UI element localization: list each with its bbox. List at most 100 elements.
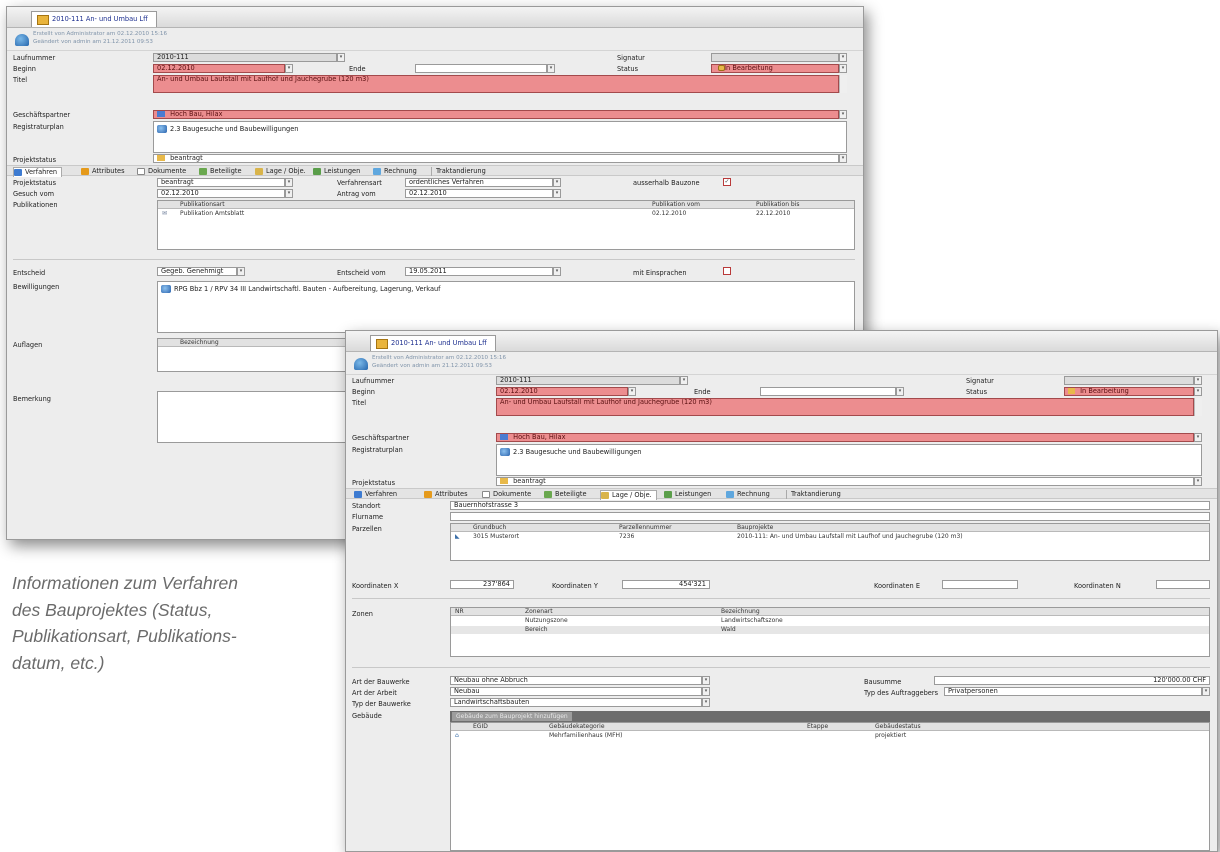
v-projektstatus-field[interactable]: beantragt — [157, 178, 285, 187]
flurname-field[interactable] — [450, 512, 1210, 521]
tab-lage[interactable]: Lage / Obje. — [255, 167, 306, 176]
gesuch-date-picker[interactable]: ▾ — [285, 189, 293, 198]
laufnummer-dropdown[interactable]: ▾ — [337, 53, 345, 62]
pub-header-bis: Publikation bis — [756, 201, 800, 208]
entscheid-dropdown[interactable]: ▾ — [237, 267, 245, 276]
standort-field[interactable]: Bauernhofstrasse 3 — [450, 501, 1210, 510]
gesuch-field[interactable]: 02.12.2010 — [157, 189, 285, 198]
signatur-field[interactable] — [711, 53, 839, 62]
beginn-date-picker[interactable]: ▾ — [628, 387, 636, 396]
geschaeftspartner-field[interactable]: Hoch Bau, Hilax — [496, 433, 1194, 442]
document-tab-label: 2010-111 An- und Umbau Lff — [52, 15, 148, 23]
status-dropdown[interactable]: ▾ — [1194, 387, 1202, 396]
tab-leistungen[interactable]: Leistungen — [313, 167, 360, 176]
beginn-date-picker[interactable]: ▾ — [285, 64, 293, 73]
bausumme-field[interactable]: 120'000.00 CHF — [934, 676, 1210, 685]
tab-lage[interactable]: Lage / Obje. — [600, 490, 657, 500]
status-field[interactable]: In Bearbeitung — [711, 64, 839, 73]
table-row[interactable]: Nutzungszone Landwirtschaftszone — [451, 617, 1209, 625]
tab-beteiligte[interactable]: Beteiligte — [544, 490, 587, 499]
status-field[interactable]: In Bearbeitung — [1064, 387, 1194, 396]
signatur-dropdown[interactable]: ▾ — [1194, 376, 1202, 385]
beginn-field[interactable]: 02.12.2010 — [496, 387, 628, 396]
entscheid-vom-field[interactable]: 19.05.2011 — [405, 267, 553, 276]
beginn-field[interactable]: 02.12.2010 — [153, 64, 285, 73]
typ-bauwerk-field[interactable]: Landwirtschaftsbauten — [450, 698, 702, 707]
registraturplan-list[interactable]: 2.3 Baugesuche und Baubewilligungen — [153, 121, 847, 153]
bewilligungen-list[interactable]: RPG Bbz 1 / RPV 34 III Landwirtschaftl. … — [157, 281, 855, 333]
projektstatus-dropdown[interactable]: ▾ — [839, 154, 847, 163]
table-row[interactable]: Bereich Wald — [451, 626, 1209, 634]
publikationen-grid[interactable]: Publikationsart Publikation vom Publikat… — [157, 200, 855, 250]
geschaeftspartner-dropdown[interactable]: ▾ — [1194, 433, 1202, 442]
laufnummer-field[interactable]: 2010-111 — [496, 376, 680, 385]
einsprachen-checkbox[interactable] — [723, 267, 731, 275]
signatur-dropdown[interactable]: ▾ — [839, 53, 847, 62]
art-arbeit-dropdown[interactable]: ▾ — [702, 687, 710, 696]
entscheid-field[interactable]: Gegeb. Genehmigt — [157, 267, 237, 276]
tab-verfahren[interactable]: Verfahren — [354, 490, 397, 499]
publikationen-label: Publikationen — [13, 201, 58, 209]
money-icon — [664, 491, 672, 498]
art-arbeit-field[interactable]: Neubau — [450, 687, 702, 696]
table-row[interactable]: ✉ Publikation Amtsblatt 02.12.2010 22.12… — [158, 210, 854, 218]
geschaeftspartner-dropdown[interactable]: ▾ — [839, 110, 847, 119]
typ-auftraggeber-field[interactable]: Privatpersonen — [944, 687, 1202, 696]
entscheid-vom-date-picker[interactable]: ▾ — [553, 267, 561, 276]
table-row[interactable]: ⌂ Mehrfamilienhaus (MFH) projektiert — [451, 732, 1209, 740]
koorde-field[interactable] — [942, 580, 1018, 589]
ende-date-picker[interactable]: ▾ — [547, 64, 555, 73]
tab-rechnung[interactable]: Rechnung — [373, 167, 417, 176]
parzellen-grid[interactable]: Grundbuch Parzellennummer Bauprojekte ◣ … — [450, 523, 1210, 561]
document-tab[interactable]: 2010-111 An- und Umbau Lff — [370, 335, 496, 351]
geschaeftspartner-label: Geschäftspartner — [13, 111, 71, 119]
typ-auftraggeber-dropdown[interactable]: ▾ — [1202, 687, 1210, 696]
verfahrensart-field[interactable]: ordentliches Verfahren — [405, 178, 553, 187]
laufnummer-dropdown[interactable]: ▾ — [680, 376, 688, 385]
zonen-grid[interactable]: NR Zonenart Bezeichnung Nutzungszone Lan… — [450, 607, 1210, 657]
koordy-field[interactable]: 454'321 — [622, 580, 710, 589]
verfahrensart-dropdown[interactable]: ▾ — [553, 178, 561, 187]
document-tab[interactable]: 2010-111 An- und Umbau Lff — [31, 11, 157, 27]
gebaeude-grid[interactable]: EGID Gebäudekategorie Etappe Gebäudestat… — [450, 722, 1210, 851]
tab-leistungen[interactable]: Leistungen — [664, 490, 711, 499]
titel-field[interactable]: An- und Umbau Laufstall mit Laufhof und … — [496, 398, 1194, 416]
tab-dokumente[interactable]: Dokumente — [137, 167, 186, 176]
ende-field[interactable] — [760, 387, 896, 396]
v-projektstatus-dropdown[interactable]: ▾ — [285, 178, 293, 187]
koordx-field[interactable]: 237'864 — [450, 580, 514, 589]
registraturplan-list[interactable]: 2.3 Baugesuche und Baubewilligungen — [496, 444, 1202, 476]
ende-date-picker[interactable]: ▾ — [896, 387, 904, 396]
status-dropdown[interactable]: ▾ — [839, 64, 847, 73]
signatur-field[interactable] — [1064, 376, 1194, 385]
tab-traktandierung[interactable]: Traktandierung — [786, 490, 841, 499]
tab-verfahren[interactable]: Verfahren — [13, 167, 63, 177]
table-row[interactable]: ◣ 3015 Musterort 7236 2010-111: An- und … — [451, 533, 1209, 541]
laufnummer-field[interactable]: 2010-111 — [153, 53, 337, 62]
projektstatus-dropdown[interactable]: ▾ — [1194, 477, 1202, 486]
tab-attributes[interactable]: Attributes — [424, 490, 468, 499]
titel-scrollbar[interactable] — [1194, 398, 1202, 416]
tab-traktandierung[interactable]: Traktandierung — [431, 167, 486, 176]
pub-row-bis: 22.12.2010 — [756, 210, 791, 217]
koordn-field[interactable] — [1156, 580, 1210, 589]
antrag-field[interactable]: 02.12.2010 — [405, 189, 553, 198]
antrag-date-picker[interactable]: ▾ — [553, 189, 561, 198]
tab-rechnung[interactable]: Rechnung — [726, 490, 770, 499]
projektstatus-field[interactable]: beantragt — [496, 477, 1194, 486]
tab-attributes[interactable]: Attributes — [81, 167, 125, 176]
art-bauwerk-field[interactable]: Neubau ohne Abbruch — [450, 676, 702, 685]
add-gebaeude-button[interactable]: Gebäude zum Bauprojekt hinzufügen — [452, 712, 572, 721]
projektstatus-field[interactable]: beantragt — [153, 154, 839, 163]
art-bauwerk-dropdown[interactable]: ▾ — [702, 676, 710, 685]
tab-beteiligte[interactable]: Beteiligte — [199, 167, 242, 176]
titel-field[interactable]: An- und Umbau Laufstall mit Laufhof und … — [153, 75, 839, 93]
tab-dokumente[interactable]: Dokumente — [482, 490, 531, 499]
titel-scrollbar[interactable] — [839, 75, 847, 93]
typ-bauwerk-dropdown[interactable]: ▾ — [702, 698, 710, 707]
ende-field[interactable] — [415, 64, 547, 73]
geschaeftspartner-field[interactable]: Hoch Bau, Hilax — [153, 110, 839, 119]
caption: Informationen zum Verfahren des Bauproje… — [12, 570, 332, 676]
ausserhalb-checkbox[interactable]: ✓ — [723, 178, 731, 186]
document-icon — [137, 168, 145, 175]
